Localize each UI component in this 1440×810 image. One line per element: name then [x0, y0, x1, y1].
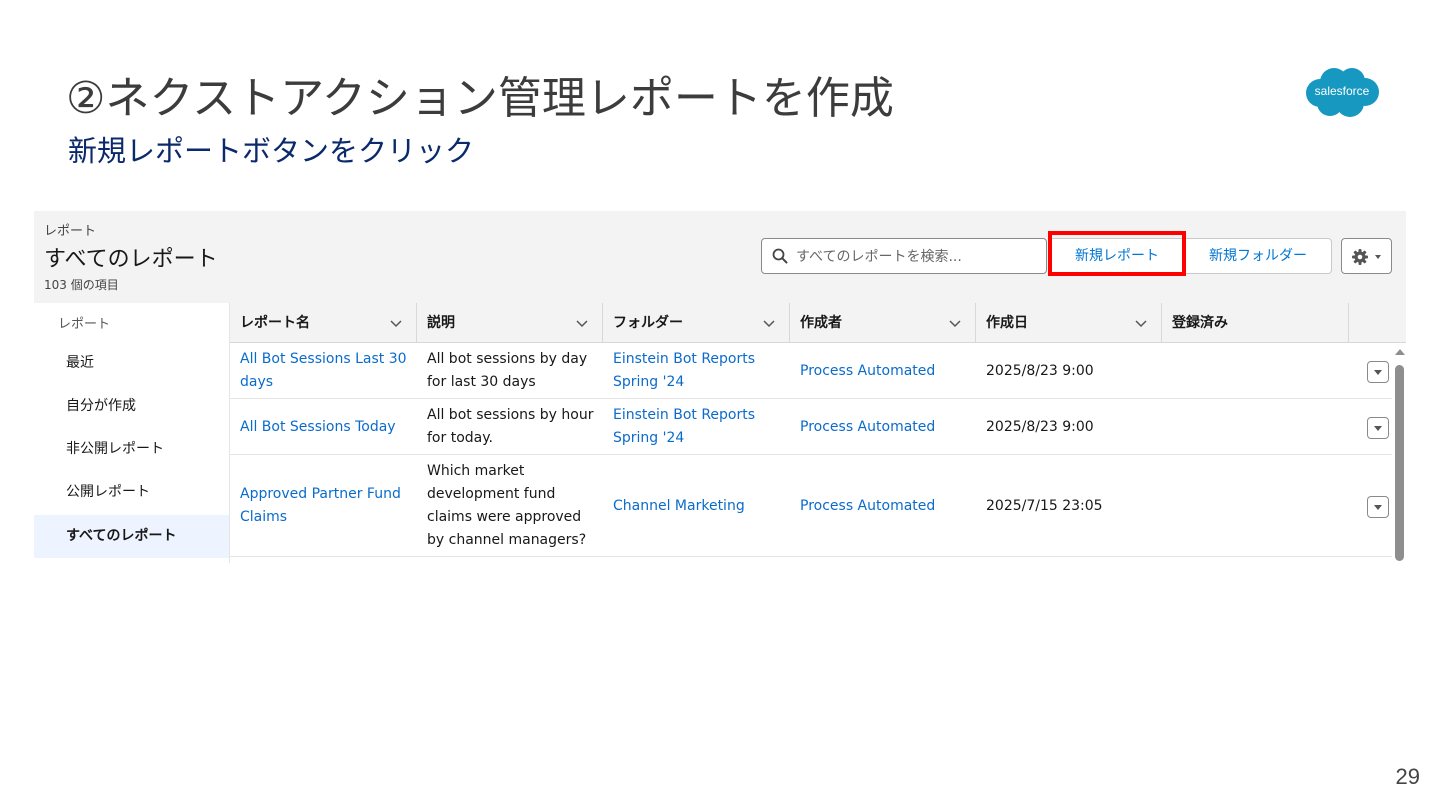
column-header-created-date[interactable]: 作成日 — [976, 303, 1162, 343]
chevron-down-icon[interactable] — [763, 318, 775, 328]
sidebar-item-public[interactable]: 公開レポート — [34, 471, 229, 514]
search-input[interactable] — [794, 241, 1043, 273]
column-header-folder[interactable]: フォルダー — [603, 303, 790, 343]
description-cell: All bot sessions by day for last 30 days — [427, 351, 588, 390]
page-number: 29 — [1395, 764, 1420, 789]
created-by-link[interactable]: Process Automated — [790, 455, 976, 557]
report-name-link[interactable]: All Bot Sessions Last 30 days — [230, 343, 417, 399]
created-by-link[interactable]: Process Automated — [790, 343, 976, 399]
table-row: All Bot Sessions Last 30 days All bot se… — [230, 343, 1392, 399]
report-name-link[interactable]: All Bot Sessions Today — [230, 399, 417, 455]
column-label: フォルダー — [613, 315, 683, 331]
column-header-report-name[interactable]: レポート名 — [230, 303, 417, 343]
item-count: 103 個の項目 — [44, 278, 119, 292]
created-by-link[interactable]: Process Automated — [790, 399, 976, 455]
breadcrumb[interactable]: レポート — [44, 220, 96, 239]
search-box[interactable] — [761, 238, 1047, 274]
sidebar-item-created-by-me[interactable]: 自分が作成 — [34, 385, 229, 428]
settings-menu-button[interactable] — [1341, 238, 1392, 274]
nav-section-label: レポート — [58, 317, 111, 332]
chevron-down-icon[interactable] — [1135, 318, 1147, 328]
table-row: All Bot Sessions Today All bot sessions … — [230, 399, 1392, 455]
chevron-down-icon[interactable] — [390, 318, 402, 328]
created-date-cell: 2025/8/23 9:00 — [986, 418, 1094, 435]
column-header-description[interactable]: 説明 — [417, 303, 603, 343]
scrollbar-thumb[interactable] — [1395, 365, 1404, 561]
caret-down-icon — [1375, 255, 1381, 259]
row-action-menu-button[interactable] — [1367, 496, 1389, 518]
sidebar-item-private[interactable]: 非公開レポート — [34, 428, 229, 471]
reports-app-screenshot: レポート すべてのレポート 103 個の項目 新規レポート 新規フォルダー — [34, 211, 1406, 563]
slide-subtitle: 新規レポートボタンをクリック — [68, 134, 475, 168]
row-action-menu-button[interactable] — [1367, 361, 1389, 383]
column-label: 説明 — [427, 315, 455, 331]
subscribed-cell — [1162, 399, 1349, 455]
gear-icon — [1352, 249, 1368, 265]
column-label: レポート名 — [240, 315, 310, 331]
column-label: 作成日 — [986, 315, 1028, 331]
folder-link[interactable]: Channel Marketing — [603, 455, 790, 557]
new-report-button[interactable]: 新規レポート — [1049, 238, 1185, 274]
report-folder-nav: レポート 最近 自分が作成 非公開レポート 公開レポート すべてのレポート — [34, 303, 229, 563]
sidebar-item-all-reports[interactable]: すべてのレポート — [34, 515, 229, 558]
column-label: 作成者 — [800, 315, 842, 331]
slide-title: ②ネクストアクション管理レポートを作成 — [66, 73, 894, 124]
report-name-link[interactable]: Approved Partner Fund Claims — [230, 455, 417, 557]
column-header-created-by[interactable]: 作成者 — [790, 303, 976, 343]
caret-down-icon — [1374, 505, 1382, 510]
search-icon — [772, 248, 788, 264]
sidebar-item-recent[interactable]: 最近 — [34, 342, 229, 385]
page-title: すべてのレポート — [44, 247, 218, 272]
folder-link[interactable]: Einstein Bot Reports Spring '24 — [603, 399, 790, 455]
chevron-down-icon[interactable] — [576, 318, 588, 328]
subscribed-cell — [1162, 455, 1349, 557]
created-date-cell: 2025/8/23 9:00 — [986, 362, 1094, 379]
caret-down-icon — [1374, 370, 1382, 375]
logo-text: salesforce — [1314, 84, 1370, 98]
reports-table: レポート名 説明 フォルダー 作成者 作成日 登録済み All Bot Sess… — [229, 303, 1406, 563]
list-view-header: レポート すべてのレポート 103 個の項目 新規レポート 新規フォルダー — [34, 211, 1406, 303]
created-date-cell: 2025/7/15 23:05 — [986, 497, 1103, 514]
description-cell: All bot sessions by hour for today. — [427, 407, 594, 446]
chevron-down-icon[interactable] — [949, 318, 961, 328]
row-action-menu-button[interactable] — [1367, 417, 1389, 439]
new-folder-button[interactable]: 新規フォルダー — [1185, 238, 1332, 274]
caret-down-icon — [1374, 426, 1382, 431]
column-label: 登録済み — [1172, 315, 1228, 331]
salesforce-logo: salesforce — [1302, 65, 1382, 121]
table-header: レポート名 説明 フォルダー 作成者 作成日 登録済み — [230, 303, 1406, 343]
folder-link[interactable]: Einstein Bot Reports Spring '24 — [603, 343, 790, 399]
column-header-subscribed[interactable]: 登録済み — [1162, 303, 1349, 343]
description-cell: Which market development fund claims wer… — [427, 463, 587, 548]
scroll-up-arrow-icon[interactable] — [1394, 347, 1406, 357]
table-row: Approved Partner Fund Claims Which marke… — [230, 455, 1392, 557]
subscribed-cell — [1162, 343, 1349, 399]
